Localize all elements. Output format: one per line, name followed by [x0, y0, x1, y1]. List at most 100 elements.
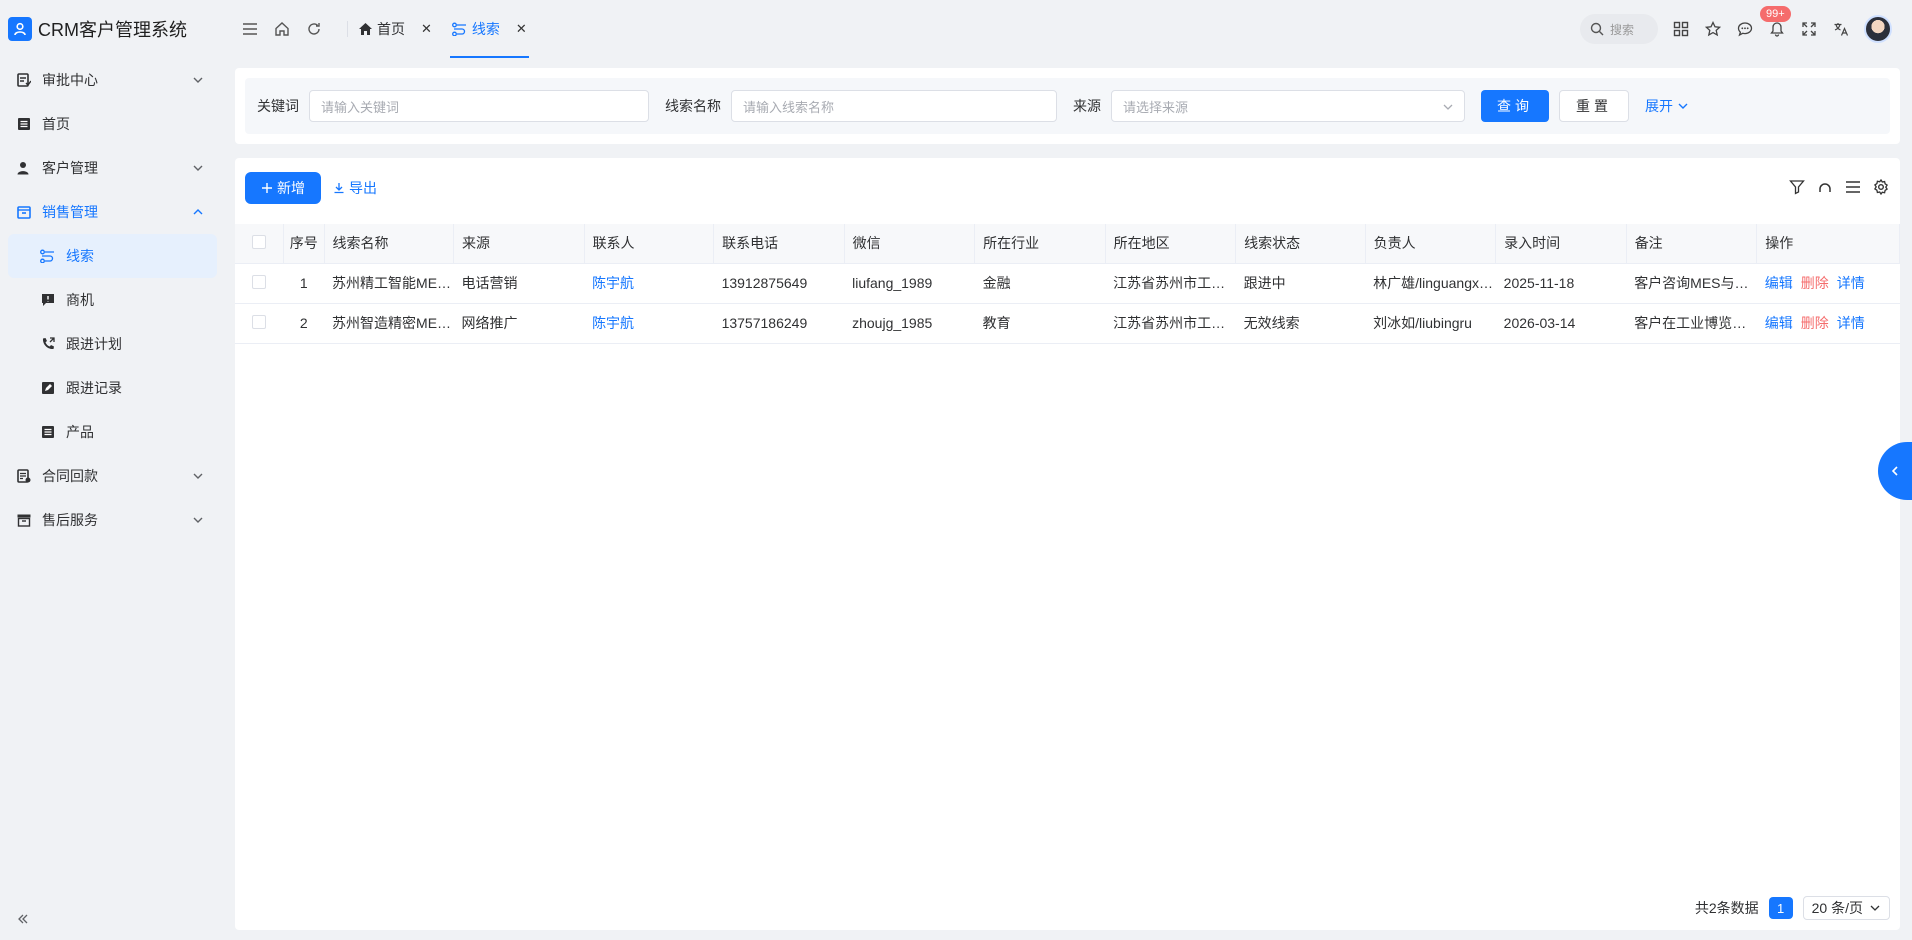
export-button[interactable]: 导出	[333, 178, 377, 198]
fullscreen-icon[interactable]	[1800, 20, 1818, 38]
page-number-button[interactable]: 1	[1768, 897, 1793, 919]
keyword-placeholder: 请输入关键词	[321, 99, 400, 115]
leads-icon	[40, 248, 56, 264]
sidebar-item-leads[interactable]: 线索	[8, 234, 217, 278]
contact-link[interactable]: 陈宇航	[584, 303, 714, 344]
lead-name-label: 线索名称	[665, 98, 721, 114]
edit-link[interactable]: 编辑	[1765, 315, 1793, 331]
sidebar-item-label: 销售管理	[42, 204, 98, 220]
table-row[interactable]: 2 苏州智造精密MES项目 网络推广 陈宇航 13757186249 zhouj…	[235, 303, 1900, 344]
gear-icon[interactable]	[1872, 178, 1890, 196]
tab-leads[interactable]: 线索 ✕	[442, 0, 537, 58]
leads-icon	[451, 22, 466, 36]
select-all-cell[interactable]	[235, 224, 285, 264]
column-header: 线索状态	[1235, 224, 1366, 264]
sidebar-item-sales[interactable]: 销售管理	[8, 190, 217, 234]
apps-grid-icon[interactable]	[1672, 20, 1690, 38]
row-checkbox[interactable]	[252, 274, 267, 289]
row-checkbox[interactable]	[252, 314, 267, 329]
column-header: 来源	[453, 224, 585, 264]
translate-icon[interactable]	[1832, 20, 1850, 38]
collapse-sidebar-icon[interactable]	[16, 912, 32, 928]
query-button[interactable]: 查询	[1481, 90, 1549, 122]
industry: 教育	[974, 303, 1106, 344]
column-header: 序号	[283, 224, 325, 264]
message-icon[interactable]	[1736, 20, 1754, 38]
detail-link[interactable]: 详情	[1837, 315, 1865, 331]
page-size-select[interactable]: 20 条/页	[1802, 896, 1890, 920]
sidebar-item-follow-plan[interactable]: 跟进计划	[8, 322, 217, 366]
user-icon	[16, 160, 32, 176]
column-header: 联系人	[584, 224, 715, 264]
list-icon	[40, 424, 56, 440]
archive-icon	[16, 512, 32, 528]
expand-link[interactable]: 展开	[1645, 96, 1689, 116]
chevron-down-icon	[1678, 103, 1688, 109]
global-search[interactable]: 搜索	[1580, 14, 1658, 44]
add-button[interactable]: 新增	[245, 172, 321, 204]
chevron-down-icon	[1870, 905, 1880, 911]
lead-source: 网络推广	[453, 303, 585, 344]
export-label: 导出	[349, 180, 377, 196]
refresh-icon[interactable]	[305, 20, 323, 38]
edit-link[interactable]: 编辑	[1765, 275, 1793, 291]
sidebar-item-label: 客户管理	[42, 160, 98, 176]
source-select[interactable]: 请选择来源	[1111, 90, 1465, 122]
sidebar-item-approval[interactable]: 审批中心	[8, 58, 217, 102]
lead-name-input[interactable]: 请输入线索名称	[731, 90, 1057, 122]
row-actions: 编辑 删除 详情	[1756, 303, 1900, 344]
row-index: 1	[283, 263, 325, 304]
edit-box-icon	[40, 380, 56, 396]
delete-link[interactable]: 删除	[1801, 315, 1829, 331]
row-index: 2	[283, 303, 325, 344]
sidebar: CRM客户管理系统 审批中心 首页 客户管理 销售管理 线索 商机 跟进计划 跟…	[0, 0, 225, 940]
refresh-icon[interactable]	[1816, 178, 1834, 196]
sidebar-item-home[interactable]: 首页	[8, 102, 217, 146]
table-panel: 新增 导出 序号 线索名称 来源 联系人 联系电话 微信 所在行业 所在地区 线…	[235, 158, 1900, 930]
reset-button[interactable]: 重置	[1559, 90, 1629, 122]
row-select-cell[interactable]	[235, 303, 284, 344]
sidebar-item-follow-records[interactable]: 跟进记录	[8, 366, 217, 410]
user-avatar[interactable]	[1864, 15, 1892, 43]
close-icon[interactable]: ✕	[516, 21, 527, 37]
phone-forward-icon	[40, 336, 56, 352]
menu-toggle-icon[interactable]	[241, 20, 259, 38]
region: 江苏省苏州市工业园区	[1105, 303, 1236, 344]
detail-link[interactable]: 详情	[1837, 275, 1865, 291]
close-icon[interactable]: ✕	[421, 21, 432, 37]
star-icon[interactable]	[1704, 20, 1722, 38]
table-tools	[1788, 178, 1890, 196]
sidebar-item-aftersales[interactable]: 售后服务	[8, 498, 217, 542]
sidebar-item-customers[interactable]: 客户管理	[8, 146, 217, 190]
page-size-value: 20 条/页	[1811, 900, 1863, 916]
home-icon[interactable]	[273, 20, 291, 38]
table-row[interactable]: 1 苏州精工智能MES系统升级 电话营销 陈宇航 13912875649 liu…	[235, 263, 1900, 304]
app-logo: CRM客户管理系统	[0, 0, 225, 58]
source-label: 来源	[1073, 98, 1101, 114]
lead-source: 电话营销	[453, 263, 585, 304]
tab-label: 首页	[377, 21, 405, 37]
notification-bell-icon[interactable]: 99+	[1760, 6, 1791, 38]
chevron-down-icon	[193, 517, 203, 523]
sidebar-item-products[interactable]: 产品	[8, 410, 217, 454]
pagination: 共2条数据 1 20 条/页	[1695, 896, 1890, 920]
remark: 客户在工业博览会留资	[1626, 303, 1757, 344]
column-header: 操作	[1756, 224, 1900, 264]
contact-link[interactable]: 陈宇航	[584, 263, 714, 304]
add-label: 新增	[277, 180, 305, 196]
filter-icon[interactable]	[1788, 178, 1806, 196]
density-icon[interactable]	[1844, 178, 1862, 196]
tab-bar: 首页 ✕ 线索 ✕	[343, 0, 537, 58]
sales-submenu: 线索 商机 跟进计划 跟进记录 产品	[8, 234, 217, 454]
tab-home[interactable]: 首页 ✕	[348, 0, 442, 58]
table-toolbar: 新增 导出	[245, 172, 1890, 204]
sidebar-item-opportunities[interactable]: 商机	[8, 278, 217, 322]
column-header: 备注	[1626, 224, 1758, 264]
keyword-input[interactable]: 请输入关键词	[309, 90, 649, 122]
row-select-cell[interactable]	[235, 263, 284, 304]
sidebar-item-contracts[interactable]: 合同回款	[8, 454, 217, 498]
select-all-checkbox[interactable]	[252, 234, 267, 249]
phone: 13912875649	[713, 263, 845, 304]
delete-link[interactable]: 删除	[1801, 275, 1829, 291]
contract-icon	[16, 468, 32, 484]
